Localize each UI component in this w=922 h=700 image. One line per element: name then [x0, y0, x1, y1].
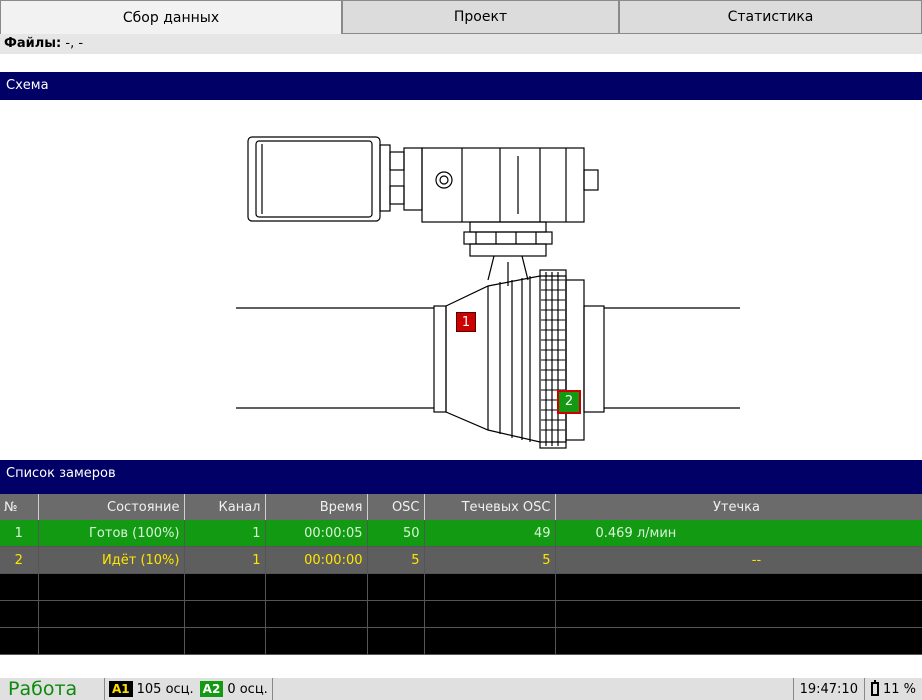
a1-count: 105 осц. — [136, 681, 194, 697]
col-leak-osc[interactable]: Течевых OSC — [424, 494, 556, 520]
tab-label: Сбор данных — [122, 9, 220, 26]
cell-leak: 0.469 л/мин — [555, 520, 922, 547]
cell-time: 00:00:05 — [265, 520, 368, 547]
actuator-cylinder — [247, 136, 381, 222]
marker-label: 2 — [564, 394, 574, 409]
measurements-header: Список замеров — [0, 460, 922, 494]
files-line: Файлы: -, - — [0, 34, 922, 54]
col-osc[interactable]: OSC — [367, 494, 425, 520]
table-header-row: № Состояние Канал Время OSC Течевых OSC … — [0, 494, 922, 520]
table-row-empty — [0, 600, 922, 628]
cell-osc: 5 — [367, 546, 425, 574]
scheme-title: Схема — [6, 78, 49, 93]
files-value: -, - — [61, 36, 84, 51]
files-label: Файлы: — [4, 36, 62, 51]
marker-label: 1 — [461, 315, 471, 330]
cell-leak-osc: 5 — [424, 546, 556, 574]
table-row[interactable]: 2 Идёт (10%) 1 00:00:00 5 5 -- — [0, 546, 922, 574]
sensor-marker-1[interactable]: 1 — [456, 312, 476, 332]
cell-channel: 1 — [184, 546, 266, 574]
status-divider — [271, 678, 273, 700]
cell-leak: -- — [555, 546, 922, 574]
gearbox — [421, 147, 585, 223]
tab-label: Проект — [453, 9, 508, 25]
col-state[interactable]: Состояние — [38, 494, 185, 520]
flange-right — [539, 269, 567, 449]
cell-osc: 50 — [367, 520, 425, 547]
flange-top — [463, 231, 553, 245]
cell-time: 00:00:00 — [265, 546, 368, 574]
status-bar: Работа A1 105 осц. A2 0 осц. 19:47:10 11… — [0, 678, 922, 700]
col-leak[interactable]: Утечка — [555, 494, 922, 520]
valve-body — [445, 275, 567, 443]
cell-num: 2 — [0, 546, 39, 574]
mode-status: Работа — [8, 678, 78, 700]
sensor-marker-2[interactable]: 2 — [557, 390, 581, 414]
battery-level: 11 % — [882, 681, 916, 697]
valve-diagram — [236, 136, 740, 449]
tab-project[interactable]: Проект — [342, 0, 619, 34]
a2-badge: A2 — [199, 681, 224, 697]
tab-data-collection[interactable]: Сбор данных — [0, 0, 342, 34]
cell-channel: 1 — [184, 520, 266, 547]
tab-label: Статистика — [727, 9, 814, 25]
scheme-panel: 1 2 — [0, 100, 922, 458]
cell-num: 1 — [0, 520, 39, 547]
table-row[interactable]: 1 Готов (100%) 1 00:00:05 50 49 0.469 л/… — [0, 520, 922, 547]
table-row-empty — [0, 573, 922, 601]
cell-leak-osc: 49 — [424, 520, 556, 547]
a2-count: 0 осц. — [227, 681, 268, 697]
tab-bar: Сбор данных Проект Статистика — [0, 0, 922, 34]
clock: 19:47:10 — [792, 678, 864, 700]
battery-icon — [870, 680, 879, 696]
measurements-table: № Состояние Канал Время OSC Течевых OSC … — [0, 494, 922, 655]
scheme-header: Схема — [0, 72, 922, 100]
tab-statistics[interactable]: Статистика — [619, 0, 922, 34]
measurements-title: Список замеров — [6, 466, 116, 481]
channel-counters: A1 105 осц. A2 0 осц. — [105, 678, 272, 700]
clock-value: 19:47:10 — [799, 681, 858, 697]
a1-badge: A1 — [109, 681, 133, 697]
cell-state: Готов (100%) — [38, 520, 185, 547]
table-row-empty — [0, 627, 922, 655]
battery-indicator: 11 % — [863, 678, 922, 700]
col-channel[interactable]: Канал — [184, 494, 266, 520]
col-num[interactable]: № — [0, 494, 39, 520]
cell-state: Идёт (10%) — [38, 546, 185, 574]
col-time[interactable]: Время — [265, 494, 368, 520]
